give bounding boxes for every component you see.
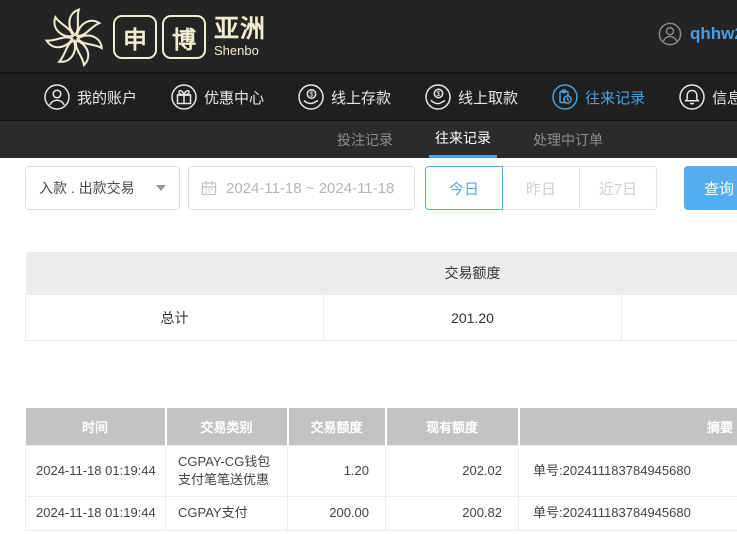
nav-item-deposit[interactable]: $ 线上存款: [298, 84, 391, 110]
username[interactable]: qhhw2: [690, 24, 737, 44]
svg-text:$: $: [437, 91, 441, 98]
summary-header-empty: [25, 252, 324, 295]
withdraw-icon: $: [425, 84, 451, 110]
page: 申 博 亚洲 Shenbo qhhw2 我的账户: [0, 0, 737, 534]
date-range-input[interactable]: 2024-11-18 ~ 2024-11-18: [188, 166, 415, 210]
last7days-button[interactable]: 近7日: [579, 166, 657, 210]
nav-label: 我的账户: [77, 89, 138, 107]
cell-balance: 200.82: [385, 496, 519, 531]
table-row: 2024-11-18 01:19:44 CGPAY支付 200.00 200.8…: [25, 496, 737, 531]
today-button[interactable]: 今日: [425, 166, 503, 210]
nav-item-my-account[interactable]: 我的账户: [44, 84, 137, 110]
records-header-row: 时间 交易类别 交易额度 现有额度 摘要: [25, 408, 737, 446]
col-header-amount: 交易额度: [287, 408, 387, 446]
gift-icon: [171, 84, 197, 110]
cell-amount: 200.00: [287, 496, 386, 531]
brand-header: 申 博 亚洲 Shenbo qhhw2: [0, 0, 737, 72]
cell-balance: 202.02: [385, 444, 519, 498]
col-header-time: 时间: [25, 408, 167, 446]
filter-bar: 入款 . 出款交易 2024-11-18 ~ 2024-11-18 今日 昨日 …: [25, 166, 737, 210]
svg-text:$: $: [310, 91, 314, 98]
col-header-summary: 摘要: [518, 408, 737, 446]
nav-label: 信息: [712, 89, 737, 107]
cell-summary: 单号:202411183784945680: [518, 496, 737, 531]
logo-char-shen: 申: [113, 15, 157, 59]
bell-icon: [679, 84, 705, 110]
flower-logo-icon: [44, 8, 103, 68]
nav-item-messages[interactable]: 信息: [679, 84, 737, 110]
cell-type: CGPAY-CG钱包支付笔笔送优惠: [165, 444, 288, 498]
yesterday-button[interactable]: 昨日: [502, 166, 580, 210]
nav-item-withdraw[interactable]: $ 线上取款: [425, 84, 518, 110]
date-range-value: 2024-11-18 ~ 2024-11-18: [226, 179, 395, 197]
sub-nav: 投注记录 往来记录 处理中订单: [0, 120, 737, 158]
col-header-balance: 现有额度: [385, 408, 520, 446]
transaction-type-value: 入款 . 出款交易: [39, 180, 135, 196]
cell-time: 2024-11-18 01:19:44: [25, 496, 166, 531]
search-button[interactable]: 查询: [684, 166, 737, 210]
nav-item-promotions[interactable]: 优惠中心: [171, 84, 264, 110]
transaction-type-select[interactable]: 入款 . 出款交易: [25, 166, 180, 210]
records-table: 时间 交易类别 交易额度 现有额度 摘要 2024-11-18 01:19:44…: [25, 408, 737, 531]
summary-header-amount: 交易额度: [323, 252, 622, 295]
summary-table: 交易额度 总计 201.20: [25, 252, 737, 341]
summary-header-row: 交易额度: [25, 252, 737, 295]
nav-label: 优惠中心: [204, 89, 265, 107]
main-nav: 我的账户 优惠中心 $ 线上存款 $ 线上取款 往来记录 信息: [0, 72, 737, 120]
chevron-down-icon: [156, 185, 166, 191]
user-account[interactable]: qhhw2: [658, 22, 737, 46]
tab-transaction-records[interactable]: 往来记录: [429, 121, 497, 158]
calendar-icon: [201, 181, 217, 196]
cell-time: 2024-11-18 01:19:44: [25, 444, 166, 498]
col-header-type: 交易类别: [165, 408, 289, 446]
nav-item-records[interactable]: 往来记录: [552, 84, 645, 110]
brand-text: 亚洲 Shenbo: [214, 15, 267, 58]
records-icon: [552, 84, 578, 110]
nav-label: 线上取款: [458, 89, 519, 107]
nav-label: 线上存款: [331, 89, 392, 107]
nav-label: 往来记录: [585, 89, 646, 107]
cell-amount: 1.20: [287, 444, 386, 498]
summary-total-value: 201.20: [323, 294, 622, 341]
summary-total-row: 总计 201.20: [25, 294, 737, 341]
summary-header-empty2: [621, 252, 737, 295]
tab-processing-orders[interactable]: 处理中订单: [527, 121, 609, 158]
cell-summary: 单号:202411183784945680: [518, 444, 737, 498]
quick-date-buttons: 今日 昨日 近7日: [425, 166, 657, 210]
tab-betting-records[interactable]: 投注记录: [331, 121, 399, 158]
summary-empty-cell: [621, 294, 737, 341]
brand-subtitle: Shenbo: [214, 43, 259, 58]
user-icon: [44, 84, 70, 110]
summary-total-label: 总计: [25, 294, 324, 341]
brand-region: 亚洲: [214, 15, 267, 43]
cell-type: CGPAY支付: [165, 496, 288, 531]
logo-char-bo: 博: [162, 15, 206, 59]
brand-logo[interactable]: 申 博 亚洲 Shenbo: [42, 4, 266, 70]
deposit-icon: $: [298, 84, 324, 110]
table-row: 2024-11-18 01:19:44 CGPAY-CG钱包支付笔笔送优惠 1.…: [25, 444, 737, 498]
avatar-icon: [658, 22, 682, 46]
